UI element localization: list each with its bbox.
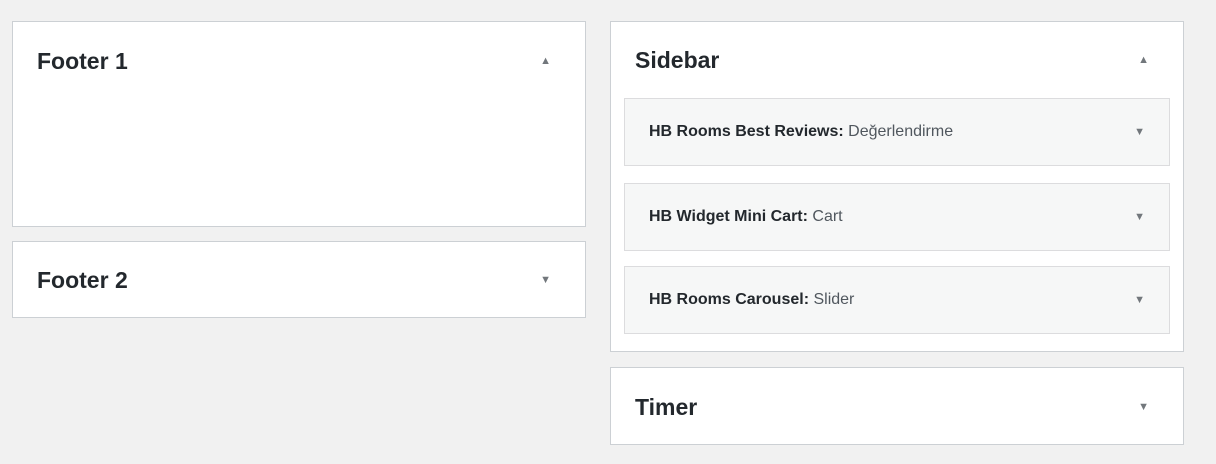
widget-area-sidebar: Sidebar ▲ HB Rooms Best Reviews: Değerle…	[610, 21, 1184, 352]
widget-name: HB Widget Mini Cart	[649, 208, 803, 225]
widget-area-title: Sidebar	[635, 46, 720, 73]
widget-area-footer-2: Footer 2 ▼	[12, 241, 586, 318]
widget-title: HB Widget Mini Cart: Cart	[649, 208, 843, 226]
widget-area-header[interactable]: Footer 2 ▼	[13, 242, 585, 319]
widget-area-title: Footer 1	[37, 47, 128, 74]
right-column: Sidebar ▲ HB Rooms Best Reviews: Değerle…	[610, 21, 1184, 460]
widget-title: HB Rooms Carousel: Slider	[649, 291, 854, 309]
expand-arrow-icon[interactable]: ▼	[1134, 126, 1145, 138]
collapse-arrow-icon[interactable]: ▲	[540, 55, 551, 67]
widget-title: HB Rooms Best Reviews: Değerlendirme	[649, 123, 953, 141]
left-column: Footer 1 ▲ Footer 2 ▼	[12, 21, 586, 333]
collapse-arrow-icon[interactable]: ▲	[1138, 54, 1149, 66]
widget-hb-rooms-best-reviews[interactable]: HB Rooms Best Reviews: Değerlendirme ▼	[624, 98, 1170, 166]
widget-area-footer-1: Footer 1 ▲	[12, 21, 586, 227]
widget-area-title: Footer 2	[37, 267, 128, 293]
widget-subtitle: Cart	[807, 208, 843, 225]
expand-arrow-icon[interactable]: ▼	[1138, 401, 1149, 413]
widget-area-header[interactable]: Footer 1 ▲	[13, 22, 585, 100]
widget-area-timer: Timer ▼	[610, 367, 1184, 445]
widget-area-header[interactable]: Sidebar ▲	[611, 22, 1183, 98]
widget-area-title: Timer	[635, 393, 698, 420]
widget-name: HB Rooms Carousel	[649, 291, 804, 308]
widget-subtitle: Değerlendirme	[843, 123, 954, 140]
widget-hb-rooms-carousel[interactable]: HB Rooms Carousel: Slider ▼	[624, 266, 1170, 334]
widget-hb-widget-mini-cart[interactable]: HB Widget Mini Cart: Cart ▼	[624, 183, 1170, 251]
widget-subtitle: Slider	[809, 291, 855, 308]
expand-arrow-icon[interactable]: ▼	[1134, 294, 1145, 306]
widget-name: HB Rooms Best Reviews	[649, 123, 839, 140]
expand-arrow-icon[interactable]: ▼	[1134, 211, 1145, 223]
widget-area-header[interactable]: Timer ▼	[611, 368, 1183, 446]
expand-arrow-icon[interactable]: ▼	[540, 275, 551, 286]
